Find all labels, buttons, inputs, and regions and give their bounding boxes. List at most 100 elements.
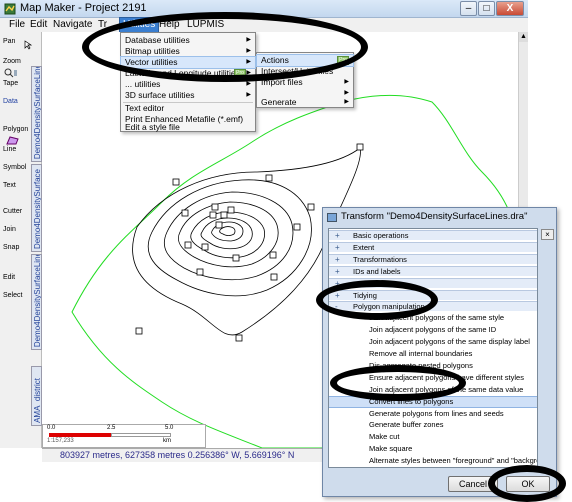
layer-tab-1[interactable]: Demo4DensitySurfaceLines bbox=[31, 66, 42, 162]
tree-category[interactable]: + Basic operations bbox=[329, 230, 537, 240]
layer-tab-4[interactable]: AMA_district bbox=[31, 366, 42, 426]
menu-bitmap-utilities-label: Bitmap utilities bbox=[125, 46, 180, 56]
tree-row-label: Generate buffer zones bbox=[369, 420, 444, 430]
edit-tool[interactable]: Edit bbox=[3, 274, 31, 281]
data-label: Data bbox=[3, 98, 18, 105]
menu-generate[interactable]: Generate ▶ bbox=[257, 97, 353, 108]
submenu-arrow-icon: ▶ bbox=[246, 70, 251, 76]
menu-database-utilities[interactable]: Database utilities ▶ bbox=[121, 35, 255, 46]
window-title: Map Maker - Project 2191 bbox=[20, 2, 147, 14]
tree-row-label: Convert lines to polygons bbox=[369, 396, 454, 406]
menu-transform[interactable]: Tr bbox=[95, 18, 110, 32]
menu-edit-style-file[interactable]: Edit a style file bbox=[121, 122, 255, 132]
tree-action[interactable]: Join adjacent polygons of the same style bbox=[329, 313, 537, 323]
data-point bbox=[215, 221, 223, 229]
menu-navigate[interactable]: Navigate bbox=[50, 18, 95, 32]
tree-row-label: Alternate styles between "foreground" an… bbox=[369, 456, 538, 466]
tree-category[interactable]: - Polygon manipulation bbox=[329, 301, 537, 312]
join-tool[interactable]: Join bbox=[3, 226, 31, 233]
menu-intersect-unite[interactable]: Intersect/Unite files bbox=[257, 66, 353, 77]
tape-label: Tape bbox=[3, 80, 19, 87]
data-point bbox=[196, 268, 204, 276]
tree-row-label: Make cut bbox=[369, 432, 400, 442]
expand-icon[interactable]: + bbox=[335, 279, 343, 289]
menu-3d-surface-utilities[interactable]: 3D surface utilities ▶ bbox=[121, 90, 255, 101]
tree-category[interactable]: + IDs and labels bbox=[329, 265, 537, 277]
text-tool[interactable]: Text bbox=[3, 182, 31, 189]
line-tool[interactable]: Line bbox=[3, 146, 31, 153]
collapse-icon[interactable]: - bbox=[335, 302, 343, 312]
ok-button[interactable]: OK bbox=[506, 476, 550, 492]
tree-action[interactable]: Convert lines to polygons bbox=[329, 395, 537, 408]
cutter-tool[interactable]: Cutter bbox=[3, 208, 31, 215]
transform-list[interactable]: + Basic operations + Extent + Transformations… bbox=[328, 228, 538, 468]
data-point bbox=[307, 203, 315, 211]
polygon-tool[interactable]: Polygon bbox=[3, 126, 31, 133]
expand-icon[interactable]: + bbox=[335, 231, 343, 241]
tree-action[interactable]: Join adjacent polygons of the same data … bbox=[329, 385, 537, 395]
symbol-tool[interactable]: Symbol bbox=[3, 164, 31, 171]
select-tool[interactable]: Select bbox=[3, 292, 31, 299]
tape-tool[interactable]: Tape bbox=[3, 80, 31, 87]
tree-action[interactable]: Alternate styles between "foreground" an… bbox=[329, 456, 537, 466]
tree-row-label: Join adjacent polygons of the same ID bbox=[369, 325, 497, 335]
data-point bbox=[220, 211, 228, 219]
scroll-up-icon[interactable]: ▲ bbox=[519, 32, 528, 42]
tree-category[interactable]: + Extent bbox=[329, 241, 537, 253]
layer-tab-3[interactable]: Demo4DensitySurfaceLines bbox=[31, 254, 42, 350]
tree-row-label: Join adjacent polygons of the same data … bbox=[369, 384, 524, 394]
app-icon bbox=[4, 3, 16, 15]
zoom-tool[interactable]: Zoom bbox=[3, 58, 31, 65]
expand-icon[interactable]: + bbox=[335, 243, 343, 253]
menu-edit[interactable]: Edit bbox=[27, 18, 50, 32]
expand-icon[interactable]: + bbox=[335, 291, 343, 301]
tree-category[interactable]: + bbox=[329, 277, 537, 289]
snap-tool[interactable]: Snap bbox=[3, 244, 31, 251]
tree-action[interactable]: Remove all internal boundaries bbox=[329, 349, 537, 359]
tree-category[interactable]: + Transformations bbox=[329, 253, 537, 265]
menu-lupmis[interactable]: LUPMIS bbox=[184, 18, 227, 32]
select-label: Select bbox=[3, 292, 23, 299]
menu-bar: File Edit Navigate Tr Utilities Help LUP… bbox=[0, 17, 528, 33]
data-tool[interactable]: Data bbox=[3, 98, 31, 105]
data-point bbox=[209, 211, 217, 219]
tree-action[interactable]: Ensure adjacent polygons have different … bbox=[329, 373, 537, 383]
scale-tick-2: 5.0 bbox=[165, 425, 174, 431]
tree-action[interactable]: Dis-aggregate nested polygons bbox=[329, 361, 537, 371]
expand-icon[interactable]: + bbox=[335, 255, 343, 265]
menu-import-files[interactable]: Import files ▶ bbox=[257, 77, 353, 88]
edit-label: Edit bbox=[3, 274, 16, 281]
cancel-button[interactable]: Cancel bbox=[448, 476, 498, 492]
tree-row-label: IDs and labels bbox=[353, 266, 401, 276]
menu-intersect-unite-label: Intersect/Unite files bbox=[261, 66, 334, 76]
title-bar: Map Maker - Project 2191 – □ X bbox=[0, 0, 528, 18]
menu-file[interactable]: File bbox=[6, 18, 28, 32]
menu-other-utilities-label: ... utilities bbox=[125, 79, 161, 89]
dialog-close-button[interactable]: × bbox=[541, 229, 554, 240]
menu-bitmap-utilities[interactable]: Bitmap utilities ▶ bbox=[121, 46, 255, 57]
data-point bbox=[201, 243, 209, 251]
tree-row-label: Dis-aggregate nested polygons bbox=[369, 360, 473, 370]
tree-action[interactable]: Generate polygons from lines and seeds bbox=[329, 409, 537, 419]
tree-action[interactable]: Join adjacent polygons of the same ID bbox=[329, 325, 537, 335]
minimize-button[interactable]: – bbox=[460, 1, 477, 16]
maximize-button[interactable]: □ bbox=[478, 1, 495, 16]
menu-other-utilities[interactable]: ... utilities ▶ bbox=[121, 79, 255, 90]
tree-category[interactable]: + Tidying bbox=[329, 289, 537, 301]
close-button[interactable]: X bbox=[496, 1, 524, 16]
tree-row-label: Tidying bbox=[353, 290, 377, 300]
tree-action[interactable]: Make square bbox=[329, 444, 537, 454]
tree-action[interactable]: Generate buffer zones bbox=[329, 420, 537, 430]
menu-utilities[interactable]: Utilities bbox=[118, 17, 160, 33]
expand-icon[interactable]: + bbox=[335, 267, 343, 277]
menu-help[interactable]: Help bbox=[156, 18, 183, 32]
menu-actions[interactable]: Actions Pro bbox=[256, 54, 354, 67]
menu-latlong-utilities[interactable]: Latitude and Longitude utilities Pro ▶ bbox=[121, 68, 255, 79]
layer-tab-2[interactable]: Demo4DensitySurface bbox=[31, 164, 42, 252]
data-point bbox=[135, 327, 143, 335]
scale-bar: 0.0 2.5 5.0 km 1:157,233 bbox=[42, 424, 206, 448]
menu-text-editor[interactable]: Text editor bbox=[121, 103, 255, 114]
tree-action[interactable]: Join adjacent polygons of the same displ… bbox=[329, 337, 537, 347]
menu-vector-utilities[interactable]: Vector utilities ▶ bbox=[120, 56, 256, 69]
tree-action[interactable]: Make cut bbox=[329, 432, 537, 442]
